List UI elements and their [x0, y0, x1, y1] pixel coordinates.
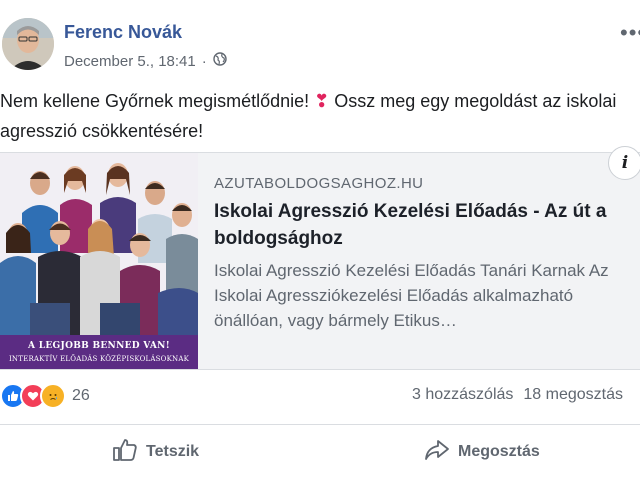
share-button[interactable]: Megosztás [424, 438, 540, 466]
reaction-count[interactable]: 26 [72, 387, 90, 405]
share-button-label: Megosztás [458, 443, 540, 460]
reactions-summary[interactable]: 26 [0, 383, 90, 409]
like-button-label: Tetszik [146, 443, 200, 460]
image-caption-title: A LEGJOBB BENNED VAN! [28, 341, 170, 351]
post-date[interactable]: December 5., 18:41 [64, 53, 196, 70]
facebook-post: Ferenc Novák December 5., 18:41 · ••• Ne… [0, 0, 640, 480]
sad-reaction-icon [40, 383, 66, 409]
info-icon[interactable]: i [608, 146, 640, 180]
share-arrow-icon [424, 438, 458, 467]
comment-count[interactable]: 3 hozzászólás [412, 386, 513, 403]
image-caption-subtitle: INTERAKTÍV ELŐADÁS KÖZÉPISKOLÁSOKNAK [8, 355, 190, 363]
like-button[interactable]: Tetszik [112, 438, 199, 466]
link-description: Iskolai Agresszió Kezelési Előadás Tanár… [214, 261, 609, 330]
link-preview-card[interactable]: A LEGJOBB BENNED VAN! INTERAKTÍV ELŐADÁS… [0, 152, 640, 370]
link-domain: AZUTABOLDOGSAGHOZ.HU [214, 175, 424, 192]
heart-exclamation-icon: ❣ [314, 91, 330, 111]
post-text: Nem kellene Győrnek megismétlődnie! ❣ Os… [0, 86, 630, 146]
more-options-icon[interactable]: ••• [620, 20, 640, 46]
divider [0, 424, 640, 425]
engagement-stats: 3 hozzászólás 18 megosztás [412, 386, 623, 404]
link-preview-info[interactable]: AZUTABOLDOGSAGHOZ.HU Iskolai Agresszió K… [214, 175, 634, 333]
globe-icon[interactable] [213, 52, 227, 70]
author-name[interactable]: Ferenc Novák [64, 22, 182, 43]
post-meta: December 5., 18:41 · [64, 52, 227, 70]
image-caption-banner: A LEGJOBB BENNED VAN! INTERAKTÍV ELŐADÁS… [0, 335, 198, 369]
thumbs-up-icon [112, 438, 146, 467]
link-preview-image[interactable]: A LEGJOBB BENNED VAN! INTERAKTÍV ELŐADÁS… [0, 153, 198, 369]
avatar[interactable] [2, 18, 54, 70]
share-count[interactable]: 18 megosztás [523, 386, 623, 403]
post-text-part-1: Nem kellene Győrnek megismétlődnie! [0, 91, 315, 111]
link-title[interactable]: Iskolai Agresszió Kezelési Előadás - Az … [214, 198, 634, 252]
separator-dot: · [201, 52, 207, 70]
